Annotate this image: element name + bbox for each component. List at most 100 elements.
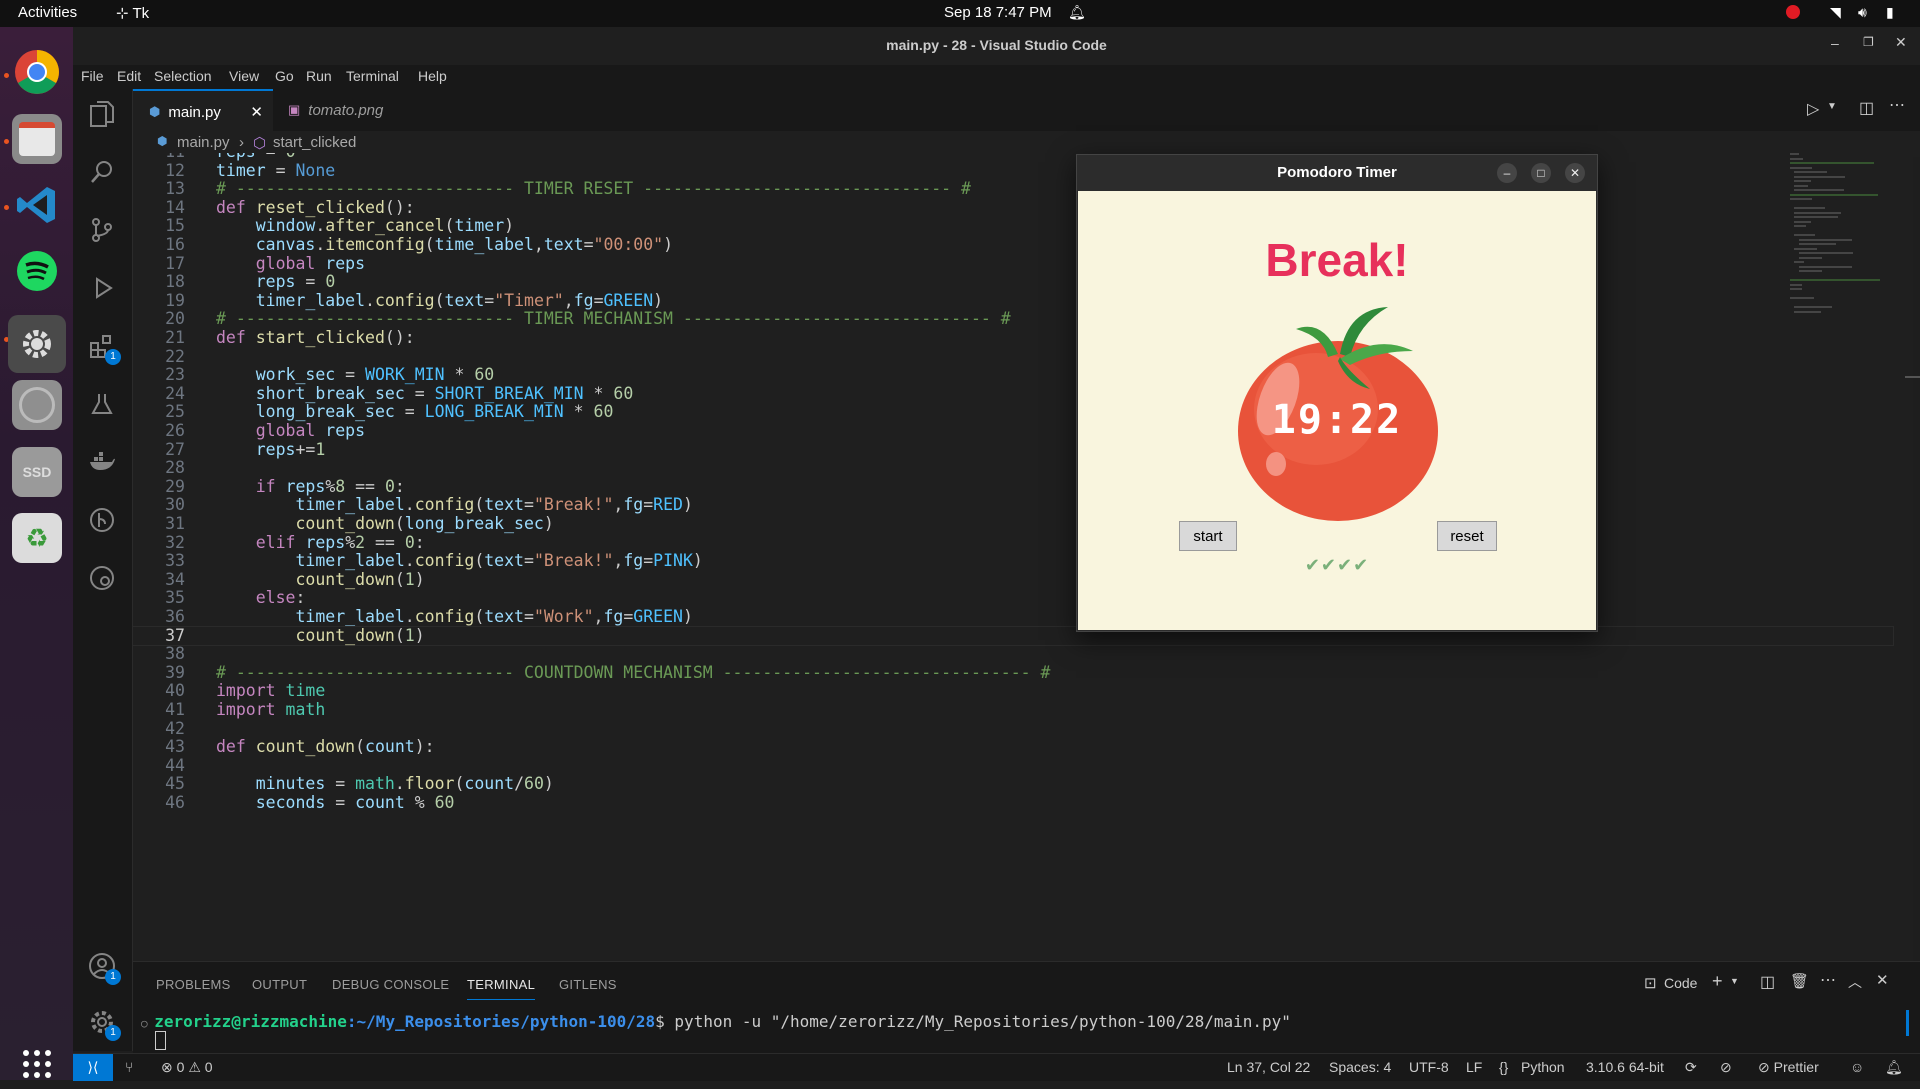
chevron-down-icon[interactable]: ▼ (1827, 101, 1837, 112)
code-line[interactable]: 35 else: (133, 589, 1893, 608)
trash-icon[interactable]: ♻ (12, 513, 62, 563)
prettier-status[interactable]: ⊘ Prettier (1758, 1059, 1819, 1076)
minimap[interactable] (1790, 153, 1900, 353)
manage-gear-icon[interactable]: 1 (87, 1007, 121, 1041)
tab-debug-console[interactable]: DEBUG CONSOLE (332, 977, 449, 992)
code-line[interactable]: 28 (133, 459, 1893, 478)
scrollbar-thumb[interactable] (1905, 376, 1920, 378)
notification-bell-icon[interactable]: 🔔︎ (1068, 4, 1086, 21)
code-line[interactable]: 22 (133, 347, 1893, 367)
code-line[interactable]: 16 canvas.itemconfig(time_label,text="00… (133, 235, 1893, 255)
code-line[interactable]: 19 timer_label.config(text="Timer",fg=GR… (133, 291, 1893, 311)
testing-icon[interactable] (87, 389, 117, 419)
code-line[interactable]: 29 if reps%8 == 0: (133, 477, 1893, 497)
code-line[interactable]: 18 reps = 0 (133, 272, 1893, 292)
breadcrumb-symbol[interactable]: start_clicked (273, 134, 356, 151)
code-line[interactable]: 24 short_break_sec = SHORT_BREAK_MIN * 6… (133, 384, 1893, 404)
spotify-icon[interactable] (12, 246, 62, 296)
feedback-icon[interactable]: ☺ (1850, 1059, 1864, 1075)
reset-button[interactable]: reset (1437, 521, 1497, 551)
live-share-icon[interactable]: ⟳ (1685, 1059, 1697, 1076)
tab-tomato-png[interactable]: ▣ tomato.png (274, 89, 419, 131)
new-terminal-icon[interactable]: + (1712, 971, 1723, 992)
code-line[interactable]: 39 # ---------------------------- COUNTDO… (133, 663, 1893, 683)
code-line[interactable]: 23 work_sec = WORK_MIN * 60 (133, 365, 1893, 385)
minimize-icon[interactable]: – (1831, 35, 1839, 51)
chrome-icon[interactable] (12, 47, 62, 97)
code-line[interactable]: 33 timer_label.config(text="Break!",fg=P… (133, 551, 1893, 571)
terminal-output[interactable]: ○ zerorizz@rizzmachine:~/My_Repositories… (141, 1012, 1291, 1054)
kill-terminal-icon[interactable]: 🗑︎ (1790, 972, 1809, 990)
maximize-panel-icon[interactable]: ︿ (1848, 972, 1862, 992)
restore-icon[interactable]: ❐ (1863, 35, 1874, 49)
start-button[interactable]: start (1179, 521, 1237, 551)
code-line[interactable]: 15 window.after_cancel(timer) (133, 217, 1893, 236)
accounts-icon[interactable]: 1 (87, 951, 121, 985)
breadcrumb-file[interactable]: main.py (177, 134, 230, 151)
terminal-profile-label[interactable]: Code (1664, 975, 1697, 991)
code-line[interactable]: 12 timer = None (133, 161, 1893, 181)
code-line[interactable]: 25 long_break_sec = LONG_BREAK_MIN * 60 (133, 403, 1893, 422)
menu-edit[interactable]: Edit (117, 68, 141, 84)
tk-minimize-icon[interactable]: – (1497, 163, 1517, 183)
explorer-icon[interactable] (87, 99, 117, 129)
code-line[interactable]: 43 def count_down(count): (133, 737, 1893, 757)
tab-problems[interactable]: PROBLEMS (156, 977, 231, 992)
code-line[interactable]: 42 (133, 719, 1893, 739)
code-line[interactable]: 11reps = 0 (133, 153, 1893, 162)
tk-maximize-icon[interactable]: □ (1531, 163, 1551, 183)
tab-gitlens[interactable]: GITLENS (559, 977, 617, 992)
menu-run[interactable]: Run (306, 68, 332, 84)
close-icon[interactable]: ✕ (1895, 34, 1907, 51)
tab-close-icon[interactable]: ✕ (250, 103, 263, 121)
language-mode[interactable]: Python (1521, 1059, 1565, 1075)
tab-terminal[interactable]: TERMINAL (467, 977, 536, 1000)
close-panel-icon[interactable]: ✕ (1876, 971, 1889, 989)
tk-close-icon[interactable]: ✕ (1565, 163, 1585, 183)
problems-status[interactable]: ⊗ 0 ⚠ 0 (161, 1059, 213, 1076)
code-line[interactable]: 17 global reps (133, 254, 1893, 274)
active-app-menu[interactable]: ⊹ Tk (116, 4, 149, 22)
battery-icon[interactable]: ▮ (1886, 4, 1894, 21)
encoding[interactable]: UTF-8 (1409, 1059, 1449, 1075)
code-line[interactable]: 13 # ---------------------------- TIMER R… (133, 179, 1893, 199)
python-interpreter[interactable]: 3.10.6 64-bit (1586, 1059, 1664, 1075)
disk-icon[interactable] (12, 380, 62, 430)
vscode-icon[interactable] (12, 180, 62, 230)
code-line[interactable]: 20 # ---------------------------- TIMER M… (133, 310, 1893, 329)
code-line[interactable]: 45 minutes = math.floor(count/60) (133, 775, 1893, 794)
files-icon[interactable] (12, 114, 62, 164)
language-braces-icon[interactable]: {} (1499, 1059, 1508, 1075)
run-debug-icon[interactable] (87, 273, 117, 303)
split-editor-icon[interactable]: ◫ (1859, 98, 1874, 118)
indentation[interactable]: Spaces: 4 (1329, 1059, 1391, 1075)
code-line[interactable]: 37 count_down(1) (133, 625, 1894, 647)
code-line[interactable]: 21 def start_clicked(): (133, 328, 1893, 348)
more-actions-icon[interactable]: ⋯ (1820, 970, 1836, 990)
code-line[interactable]: 26 global reps (133, 421, 1893, 441)
cursor-position[interactable]: Ln 37, Col 22 (1227, 1059, 1310, 1075)
code-line[interactable]: 44 (133, 756, 1893, 776)
code-line[interactable]: 34 count_down(1) (133, 570, 1893, 590)
code-line[interactable]: 41 import math (133, 700, 1893, 720)
remote-indicator-icon[interactable]: ⟩⟨ (73, 1054, 113, 1081)
copilot-disabled-icon[interactable]: ⊘ (1720, 1059, 1732, 1076)
menu-view[interactable]: View (229, 68, 259, 84)
recording-indicator-icon[interactable] (1786, 5, 1800, 19)
end-of-line[interactable]: LF (1466, 1059, 1482, 1075)
code-line[interactable]: 38 (133, 645, 1893, 664)
docker-icon[interactable] (87, 447, 117, 477)
activities-button[interactable]: Activities (18, 4, 77, 21)
code-line[interactable]: 32 elif reps%2 == 0: (133, 533, 1893, 553)
volume-icon[interactable]: 🔊︎ (1858, 4, 1867, 21)
chevron-down-icon[interactable]: ▼ (1730, 976, 1739, 986)
menu-help[interactable]: Help (418, 68, 447, 84)
code-line[interactable]: 27 reps+=1 (133, 440, 1893, 460)
tab-output[interactable]: OUTPUT (252, 977, 307, 992)
remote-explorer-icon[interactable] (87, 563, 117, 593)
menu-selection[interactable]: Selection (154, 68, 212, 84)
menu-terminal[interactable]: Terminal (346, 68, 399, 84)
menu-file[interactable]: File (81, 68, 104, 84)
code-line[interactable]: 14 def reset_clicked(): (133, 198, 1893, 218)
code-line[interactable]: 46 seconds = count % 60 (133, 793, 1893, 813)
